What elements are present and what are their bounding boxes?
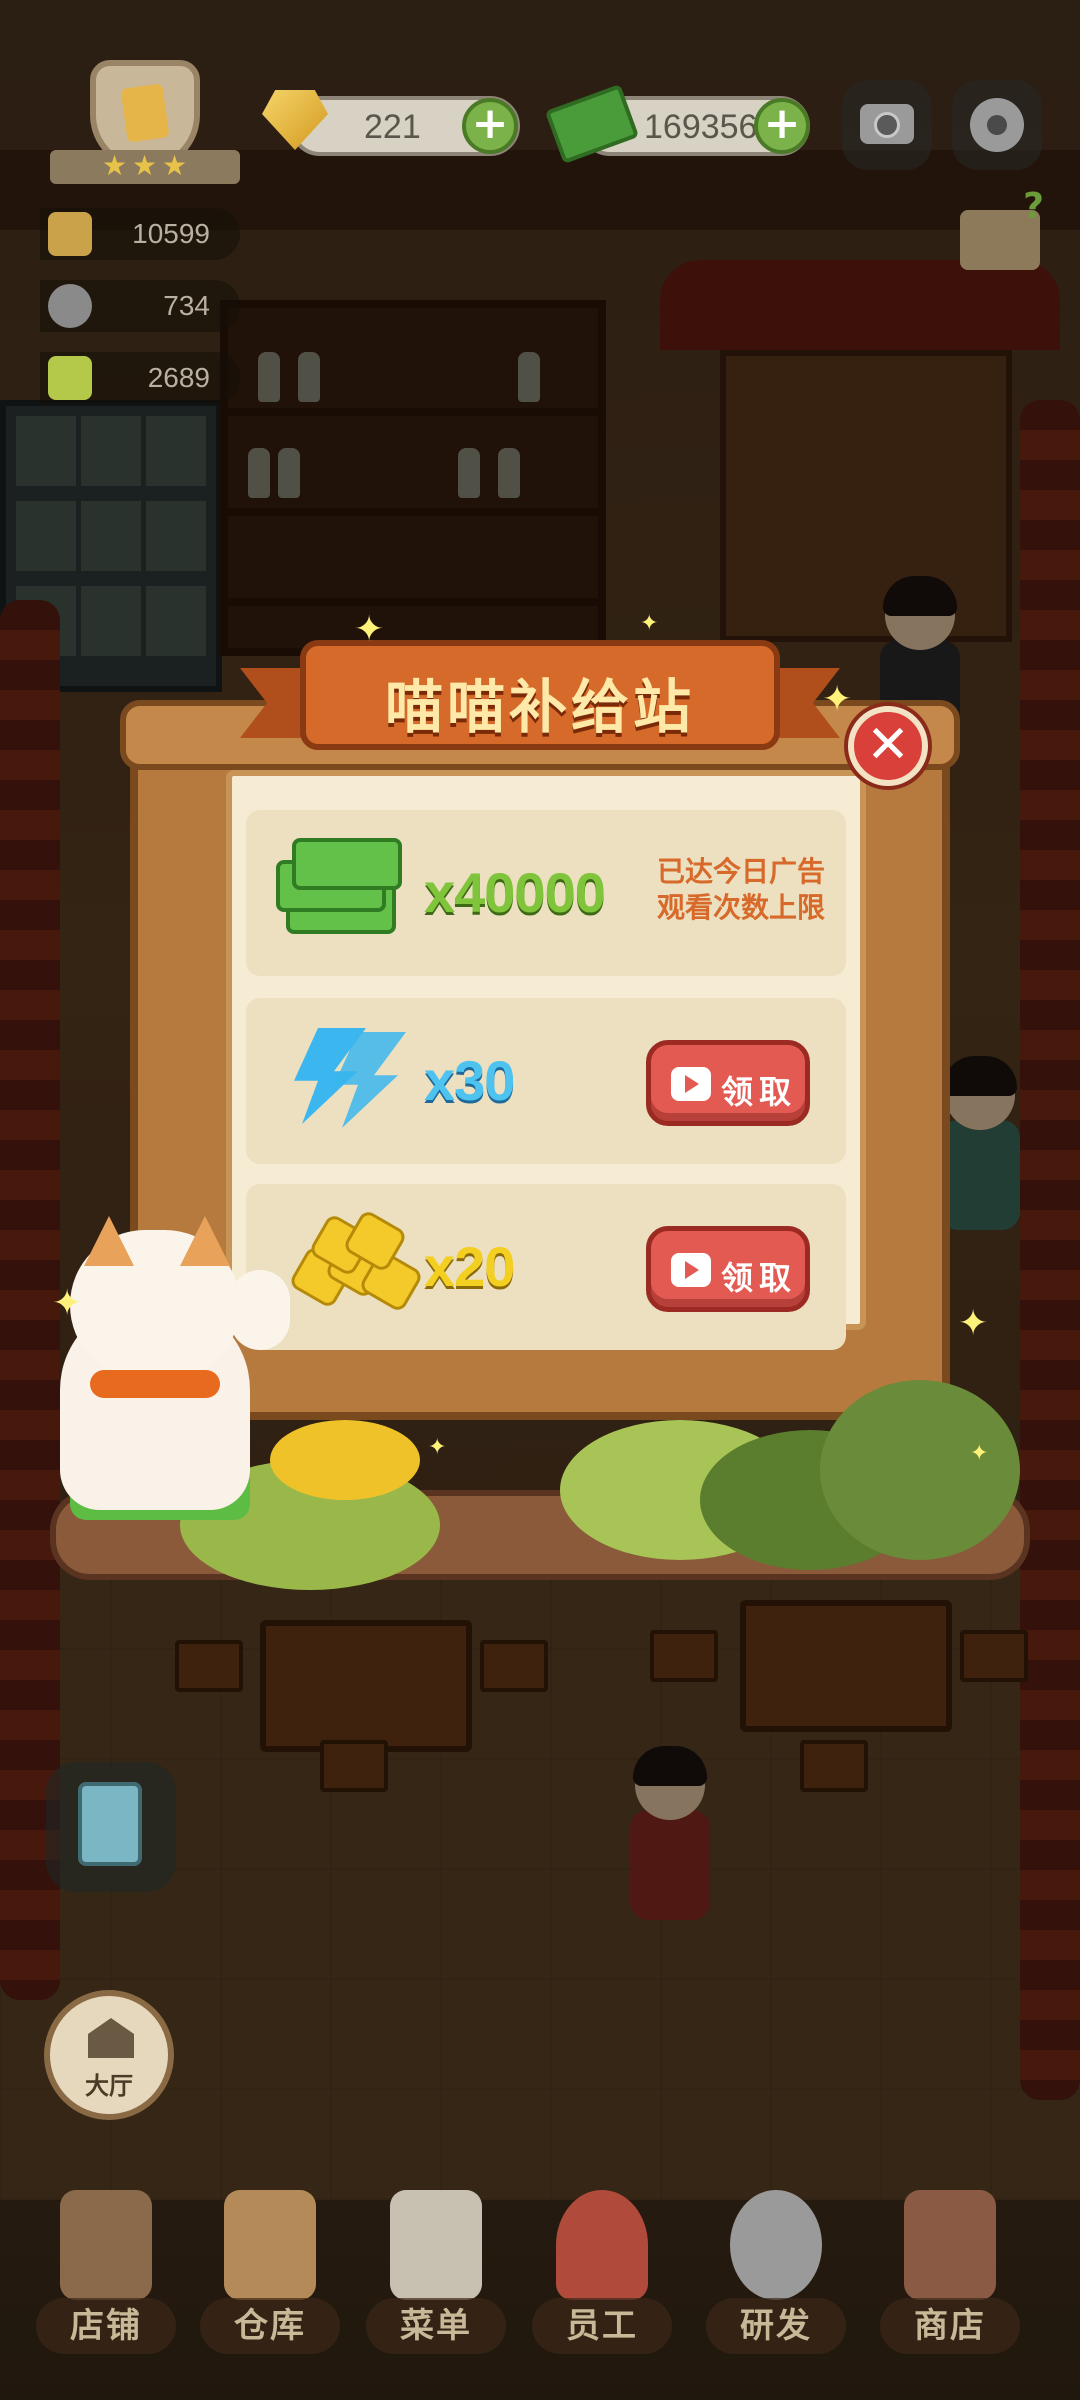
trophy-icon	[48, 212, 92, 256]
add-gems-button[interactable]: +	[462, 98, 518, 154]
star-icon: ★	[162, 149, 188, 182]
sparkle-icon: ✦	[970, 1441, 989, 1466]
restaurant-rank-badge[interactable]: ★ ★ ★	[50, 60, 240, 190]
claim-gold-button[interactable]: 领取	[646, 1226, 810, 1312]
star-icon: ★	[102, 149, 128, 182]
clipboard-icon	[78, 1782, 142, 1866]
sparkle-icon: ✦	[428, 1435, 447, 1460]
stat-value: 2689	[147, 362, 210, 393]
nav-shop-front[interactable]: 店铺	[36, 2180, 176, 2360]
video-ad-icon	[671, 1067, 711, 1101]
gold-pile	[270, 1420, 420, 1500]
help-book-icon[interactable]	[960, 186, 1044, 270]
reward-quantity: x20	[424, 1235, 515, 1298]
ticket-icon	[48, 356, 92, 400]
cash-stack-icon	[276, 832, 406, 942]
sparkle-icon: ✦	[822, 679, 853, 720]
close-icon: ✕	[866, 715, 910, 775]
video-ad-icon	[671, 1253, 711, 1287]
menu-clipboard-icon	[390, 2190, 482, 2300]
star-icon: ★	[132, 149, 158, 182]
camera-icon	[860, 104, 914, 144]
sparkle-icon: ✦	[52, 1283, 83, 1324]
lucky-cat-mascot	[30, 1216, 290, 1520]
nav-label: 仓库	[200, 2298, 340, 2354]
nav-staff[interactable]: 员工	[532, 2180, 672, 2360]
nav-store[interactable]: 商店	[880, 2180, 1020, 2360]
settings-button[interactable]	[952, 80, 1042, 170]
nav-label: 菜单	[366, 2298, 506, 2354]
hall-button[interactable]: 大厅	[44, 1990, 174, 2120]
chef-icon	[556, 2190, 648, 2300]
orders-clipboard-button[interactable]	[46, 1762, 176, 1892]
dish-cover-icon	[48, 284, 92, 328]
storefront-icon	[60, 2190, 152, 2300]
reward-quantity: x40000	[424, 861, 606, 924]
nav-menu[interactable]: 菜单	[366, 2180, 506, 2360]
title-banner: 喵喵补给站	[300, 640, 780, 750]
stat-value: 734	[163, 290, 210, 321]
hall-building-icon	[88, 2018, 134, 2058]
stat-row-dishes: 734	[40, 280, 240, 332]
hall-label: 大厅	[85, 2072, 133, 2100]
sparkle-icon: ✦	[640, 611, 659, 636]
sparkle-icon: ✦	[958, 1303, 989, 1344]
gem-count: 221	[364, 108, 421, 146]
nav-research[interactable]: 研发	[706, 2180, 846, 2360]
bush	[820, 1380, 1020, 1560]
lightning-icon	[286, 1028, 416, 1128]
reward-quantity: x30	[424, 1049, 515, 1112]
reward-row-gold: x20 领取	[246, 1184, 846, 1350]
stat-value: 10599	[132, 218, 210, 249]
gold-nuggets-icon	[286, 1208, 425, 1314]
sparkle-icon: ✦	[354, 609, 385, 650]
nav-warehouse[interactable]: 仓库	[200, 2180, 340, 2360]
nav-label: 研发	[706, 2298, 846, 2354]
dialog-title: 喵喵补给站	[384, 673, 695, 741]
box-icon	[224, 2190, 316, 2300]
store-stall-icon	[904, 2190, 996, 2300]
claim-label: 领取	[721, 1073, 798, 1111]
stat-row-popularity: 10599	[40, 208, 240, 260]
stat-row-tickets: 2689	[40, 352, 240, 404]
bottom-navigation: 店铺 仓库 菜单 员工 研发 商店	[0, 2180, 1080, 2400]
wok-icon	[730, 2190, 822, 2300]
nav-label: 店铺	[36, 2298, 176, 2354]
reward-row-cash: x40000 已达今日广告 观看次数上限	[246, 810, 846, 976]
close-button[interactable]: ✕	[848, 706, 928, 786]
add-cash-button[interactable]: +	[754, 98, 810, 154]
claim-energy-button[interactable]: 领取	[646, 1040, 810, 1126]
gear-icon	[970, 98, 1024, 152]
ad-limit-notice: 已达今日广告 观看次数上限	[656, 855, 825, 924]
nav-label: 员工	[532, 2298, 672, 2354]
reward-row-energy: x30 领取	[246, 998, 846, 1164]
nav-label: 商店	[880, 2298, 1020, 2354]
claim-label: 领取	[721, 1259, 798, 1297]
cash-count: 169356	[644, 108, 758, 146]
camera-button[interactable]	[842, 80, 932, 170]
